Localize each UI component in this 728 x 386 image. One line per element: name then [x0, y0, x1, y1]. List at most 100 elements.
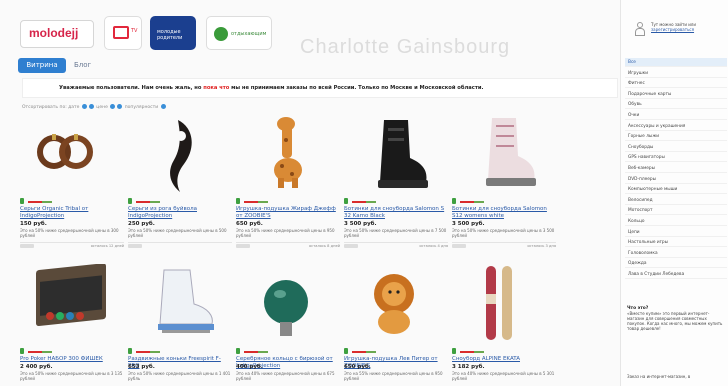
- user-body: [635, 28, 645, 36]
- tv-section-logo[interactable]: TV: [104, 16, 142, 50]
- category-item[interactable]: Компьютерные мыши: [625, 185, 727, 195]
- product-card[interactable]: Игрушка-подушка Жираф Джефф от ZOOBIE'S …: [236, 114, 340, 254]
- tab-showcase[interactable]: Витрина: [18, 58, 66, 73]
- category-item[interactable]: Веб-камеры: [625, 164, 727, 173]
- product-desc: Это на 50% ниже среднерыночной цены в 3 …: [20, 371, 123, 381]
- category-item[interactable]: Горные лыжи: [625, 132, 727, 142]
- product-desc: Это на 40% ниже среднерыночной цены в 67…: [236, 371, 335, 381]
- product-card[interactable]: Серьги Organic Tribal от IndigoProjectio…: [20, 114, 124, 254]
- rating-green: [474, 351, 484, 353]
- product-card[interactable]: Серьги из рога буйвола IndigoProjection …: [128, 114, 232, 254]
- product-image-ring[interactable]: [236, 264, 340, 344]
- product-title[interactable]: Ботинки для сноуборда Salomon S12 womens…: [452, 206, 556, 220]
- product-price: 3 182 руб.: [452, 364, 485, 370]
- product-card[interactable]: Ботинки для сноуборда Salomon S12 womens…: [452, 114, 556, 254]
- category-item[interactable]: Велосипед: [625, 196, 727, 205]
- product-footer: осталось 12 дней: [20, 242, 124, 248]
- category-item[interactable]: Сноуборды: [625, 143, 727, 152]
- days-left: осталось 4 дня: [419, 244, 448, 248]
- product-title[interactable]: Pro Poker НАБОР 300 ФИШЕК: [20, 356, 124, 363]
- category-item[interactable]: Обувь: [625, 100, 727, 110]
- sort-price-icon[interactable]: [110, 104, 116, 109]
- category-item[interactable]: Аксессуары и украшения: [625, 122, 727, 131]
- buy-button[interactable]: [344, 244, 358, 248]
- product-desc: Это на 50% ниже среднерыночной цены в 50…: [128, 228, 227, 238]
- product-title[interactable]: Игрушка-подушка Жираф Джефф от ZOOBIE'S: [236, 206, 340, 220]
- sort-popularity[interactable]: популярности: [125, 105, 158, 110]
- product-image-snowboard-boot-white[interactable]: [452, 114, 556, 194]
- category-item[interactable]: Одежда: [625, 259, 727, 269]
- product-title[interactable]: Серьги из рога буйвола IndigoProjection: [128, 206, 232, 220]
- rating-red: [244, 351, 258, 353]
- category-item[interactable]: Фитнес: [625, 79, 727, 89]
- site-logo[interactable]: molodejj: [20, 20, 94, 48]
- product-image-giraffe-toy[interactable]: [236, 114, 340, 194]
- product-image-horn-earring[interactable]: [128, 114, 232, 194]
- category-item[interactable]: Цепи: [625, 228, 727, 237]
- pin-icon: [452, 198, 456, 204]
- product-card[interactable]: Ботинки для сноуборда Salomon S 32 Kamo …: [344, 114, 448, 254]
- product-image-poker-set[interactable]: [20, 263, 124, 344]
- product-price: 650 руб.: [236, 221, 263, 227]
- notice-highlight: пока что: [203, 85, 230, 91]
- rating-green: [150, 351, 160, 353]
- product-desc: Это на 50% ниже среднерыночной цены в 30…: [20, 228, 119, 238]
- category-item[interactable]: Игрушки: [625, 69, 727, 78]
- buy-button[interactable]: [236, 244, 250, 248]
- product-title[interactable]: Сноуборд ALPINE EKATA: [452, 356, 556, 363]
- product-card[interactable]: Серебряное кольцо с бирюзой от IndigoPro…: [236, 264, 340, 386]
- product-image-skates[interactable]: [128, 264, 232, 344]
- product-desc: Это на 50% ниже среднерыночной цены в 7 …: [344, 228, 447, 238]
- days-left: осталось 12 дней: [90, 244, 124, 248]
- product-title[interactable]: Ботинки для сноуборда Salomon S 32 Kamo …: [344, 206, 448, 220]
- product-card[interactable]: Pro Poker НАБОР 300 ФИШЕК 2 400 руб. Это…: [20, 263, 124, 386]
- rating-bar: [344, 198, 394, 204]
- shop-text: Заказ на интернет-магазин, в: [627, 374, 691, 379]
- product-price: 653 руб.: [128, 364, 155, 370]
- rating-bar: [128, 348, 178, 354]
- parents-section-logo[interactable]: молодые родители: [150, 16, 196, 50]
- category-item[interactable]: Лава в Студии Лебедева: [625, 270, 727, 279]
- register-link[interactable]: зарегистрироваться: [651, 27, 694, 32]
- sort-popularity-icon[interactable]: [160, 104, 166, 109]
- sort-label[interactable]: Отсортировать по: дате: [22, 105, 79, 110]
- sort-date-icon[interactable]: [81, 104, 87, 109]
- buy-button[interactable]: [452, 244, 466, 248]
- sort-date-icon-2[interactable]: [88, 104, 94, 109]
- sort-price[interactable]: цене: [96, 105, 108, 110]
- rating-red: [460, 351, 474, 353]
- product-image-earrings-tribal[interactable]: [20, 114, 124, 194]
- sort-price-icon-2[interactable]: [117, 104, 123, 109]
- category-item[interactable]: Подарочные карты: [625, 90, 727, 99]
- buy-button[interactable]: [20, 244, 34, 248]
- product-card[interactable]: Игрушка-подушка Лев Питер от ZOOBIE'S 65…: [344, 264, 448, 386]
- category-item[interactable]: Головоломка: [625, 249, 727, 258]
- category-item[interactable]: Очки: [625, 111, 727, 120]
- category-item[interactable]: Настольные игры: [625, 238, 727, 248]
- product-title[interactable]: Серьги Organic Tribal от IndigoProjectio…: [20, 206, 124, 220]
- category-item[interactable]: Кольцо: [625, 217, 727, 226]
- category-item[interactable]: Мотоспорт: [625, 206, 727, 216]
- rating-green: [42, 201, 52, 203]
- login-prompt: Тут можно зайти или зарегистрироваться: [651, 22, 727, 32]
- product-card[interactable]: Сноуборд ALPINE EKATA 3 182 руб. Это на …: [452, 264, 556, 386]
- buy-button[interactable]: [128, 244, 142, 248]
- rest-section-logo[interactable]: отдыхающим: [206, 16, 272, 50]
- product-footer: [128, 242, 232, 248]
- tv-label: TV: [131, 28, 138, 34]
- product-desc: Это на 50% ниже среднерыночной цены в 3 …: [452, 228, 555, 238]
- category-item[interactable]: DVD-плееры: [625, 175, 727, 184]
- product-price: 400 руб.: [236, 364, 263, 370]
- category-item[interactable]: Все: [625, 58, 727, 67]
- product-image-snowboard[interactable]: [452, 264, 556, 344]
- product-image-snowboard-boot-black[interactable]: [344, 114, 448, 194]
- rating-green: [150, 201, 160, 203]
- rating-red: [244, 201, 258, 203]
- product-image-lion-toy[interactable]: [344, 264, 448, 344]
- parents-label: молодые родители: [157, 29, 183, 41]
- tab-blog[interactable]: Блог: [74, 58, 91, 73]
- rating-green: [258, 351, 268, 353]
- category-item[interactable]: GPS навигаторы: [625, 153, 727, 163]
- product-desc: Это на 40% ниже среднерыночной цены в 5 …: [452, 371, 555, 381]
- product-card[interactable]: Раздвижные коньки Freespirit F-PRO 653 р…: [128, 264, 232, 386]
